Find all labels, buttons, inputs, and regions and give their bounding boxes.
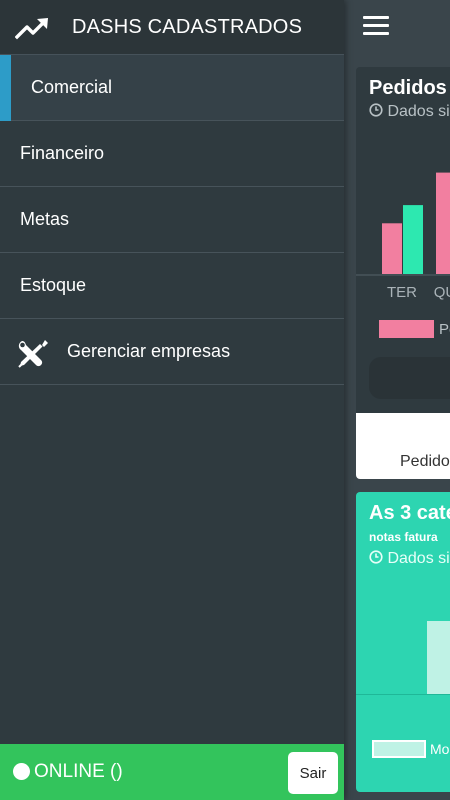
orders-card[interactable]: Pedidos Dados si TER QU Pe Pedido [356, 67, 450, 479]
categories-card-subtitle-text: Dados si [387, 550, 450, 567]
legend-label: Pe [439, 321, 450, 338]
nav-item-estoque[interactable]: Estoque [0, 253, 344, 319]
status-dot-icon [13, 763, 30, 780]
nav-item-financeiro[interactable]: Financeiro [0, 121, 344, 187]
drawer-nav: Comercial Financeiro Metas Estoque Geren… [0, 55, 344, 385]
connection-status-bar: ONLINE () Sair [0, 744, 344, 800]
tools-icon [18, 340, 48, 368]
chart-axis [356, 694, 450, 695]
nav-item-label: Estoque [20, 275, 87, 295]
nav-item-comercial[interactable]: Comercial [0, 55, 344, 121]
x-tick-label: TER [387, 284, 417, 301]
main-topbar [344, 0, 450, 55]
nav-item-label: Comercial [31, 77, 113, 97]
period-button-bar[interactable] [369, 357, 450, 399]
legend-label: Mo [430, 741, 450, 757]
chart-bar [382, 223, 402, 274]
logout-button[interactable]: Sair [288, 752, 338, 794]
clock-icon [369, 103, 383, 117]
clock-icon [369, 550, 383, 564]
x-tick-label: QU [434, 284, 450, 301]
orders-bar-chart: TER QU [356, 172, 450, 301]
orders-card-subtitle-text: Dados si [387, 103, 450, 120]
chart-bar [427, 621, 450, 694]
categories-card[interactable]: As 3 cate notas fatura Dados si Mo [356, 492, 450, 792]
hamburger-menu-icon[interactable] [363, 16, 389, 38]
status-text: ONLINE () [34, 761, 123, 782]
orders-card-title: Pedidos [369, 77, 447, 99]
orders-card-footer-text: Pedido [400, 453, 450, 470]
chart-bar [436, 172, 450, 274]
orders-card-footer: Pedido [356, 413, 450, 479]
navigation-drawer: DASHS CADASTRADOS Comercial Financeiro M… [0, 0, 344, 800]
nav-item-label: Metas [20, 209, 70, 229]
categories-card-subtitle: Dados si [369, 550, 450, 568]
nav-item-gerenciar-empresas[interactable]: Gerenciar empresas [0, 319, 344, 385]
drawer-title: DASHS CADASTRADOS [72, 16, 303, 38]
active-indicator [0, 55, 11, 121]
trending-up-icon [15, 18, 48, 40]
nav-item-metas[interactable]: Metas [0, 187, 344, 253]
drawer-header: DASHS CADASTRADOS [0, 0, 344, 55]
nav-item-label: Financeiro [20, 143, 105, 163]
nav-item-label: Gerenciar empresas [67, 341, 231, 361]
categories-card-caption: notas fatura [369, 530, 438, 544]
legend-swatch [379, 320, 434, 338]
legend-swatch [372, 740, 426, 758]
orders-card-subtitle: Dados si [369, 103, 450, 121]
categories-card-title: As 3 cate [369, 502, 450, 524]
orders-card-header: Pedidos Dados si TER QU Pe [356, 67, 450, 413]
chart-bar [403, 205, 423, 274]
